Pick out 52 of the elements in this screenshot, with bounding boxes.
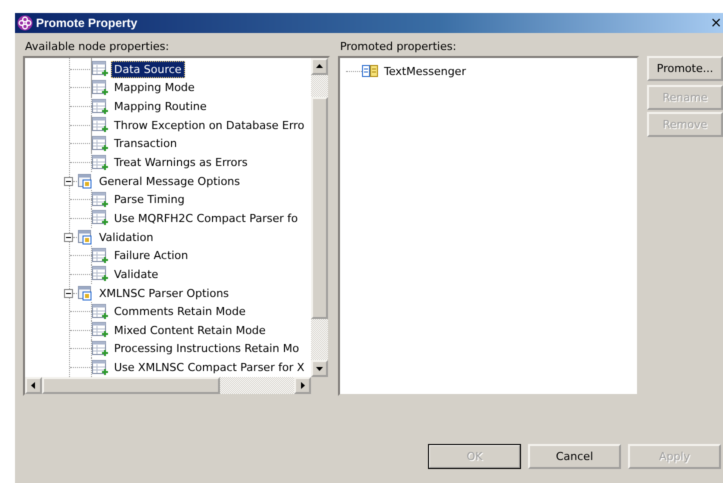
promoted-properties-label: Promoted properties: bbox=[340, 40, 458, 54]
dialog-button[interactable]: Cancel bbox=[528, 444, 621, 469]
close-button[interactable]: × bbox=[710, 15, 723, 31]
tree-item[interactable]: Treat Warnings as Errors bbox=[111, 154, 251, 172]
tree-item[interactable]: Failure Action bbox=[111, 247, 192, 264]
table-add-icon bbox=[92, 61, 108, 78]
table-add-icon bbox=[92, 248, 108, 264]
tree-item[interactable]: Use MQRFH2C Compact Parser fo bbox=[111, 210, 301, 227]
tree-item[interactable]: Validation bbox=[96, 228, 156, 246]
folder-table-icon bbox=[77, 229, 93, 246]
side-button[interactable]: Promote... bbox=[647, 56, 723, 81]
collapse-icon[interactable] bbox=[64, 232, 73, 242]
tree-item[interactable]: Comments Retain Mode bbox=[111, 303, 249, 320]
collapse-icon[interactable] bbox=[64, 288, 73, 298]
tree-item[interactable]: Parse Timing bbox=[111, 191, 188, 208]
tree-item[interactable]: Throw Exception on Database Erro bbox=[111, 116, 308, 134]
table-add-icon bbox=[92, 360, 108, 376]
collapse-icon[interactable] bbox=[64, 176, 73, 186]
table-add-icon bbox=[92, 322, 108, 338]
property-group-icon bbox=[362, 63, 378, 79]
folder-table-icon bbox=[77, 173, 93, 190]
tree-item[interactable]: Data Source bbox=[111, 60, 185, 78]
tree-item[interactable]: Mapping Routine bbox=[111, 98, 210, 116]
tree-item[interactable]: Processing Instructions Retain Mo bbox=[111, 340, 302, 358]
scroll-left-button[interactable] bbox=[25, 377, 42, 394]
tree-item[interactable]: Use XMLNSC Compact Parser for X bbox=[111, 359, 308, 376]
tree-item[interactable]: Validate bbox=[111, 266, 162, 283]
scroll-down-button[interactable] bbox=[310, 360, 328, 377]
tree-item[interactable]: General Message Options bbox=[96, 172, 243, 190]
tree-item[interactable]: Mixed Content Retain Mode bbox=[111, 322, 269, 339]
table-add-icon bbox=[92, 192, 108, 208]
table-add-icon bbox=[92, 117, 108, 134]
table-add-icon bbox=[92, 80, 108, 96]
scroll-up-button[interactable] bbox=[310, 58, 328, 75]
available-properties-label: Available node properties: bbox=[25, 40, 170, 54]
table-add-icon bbox=[92, 340, 108, 357]
window-title: Promote Property bbox=[36, 16, 138, 30]
tree-item[interactable]: Mapping Mode bbox=[111, 79, 198, 96]
scroll-thumb[interactable] bbox=[42, 377, 220, 394]
table-add-icon bbox=[92, 266, 108, 282]
scroll-right-button[interactable] bbox=[294, 377, 311, 394]
table-add-icon bbox=[92, 136, 108, 152]
tree-item[interactable]: XMLNSC Parser Options bbox=[96, 284, 232, 302]
tree-item[interactable]: Transaction bbox=[111, 135, 180, 152]
app-icon bbox=[17, 15, 33, 31]
table-add-icon bbox=[92, 98, 108, 115]
folder-table-icon bbox=[77, 285, 93, 301]
table-add-icon bbox=[92, 154, 108, 171]
scroll-thumb[interactable] bbox=[310, 97, 328, 319]
promoted-item[interactable]: TextMessenger bbox=[380, 62, 469, 80]
table-add-icon bbox=[92, 304, 108, 320]
table-add-icon bbox=[92, 210, 108, 226]
